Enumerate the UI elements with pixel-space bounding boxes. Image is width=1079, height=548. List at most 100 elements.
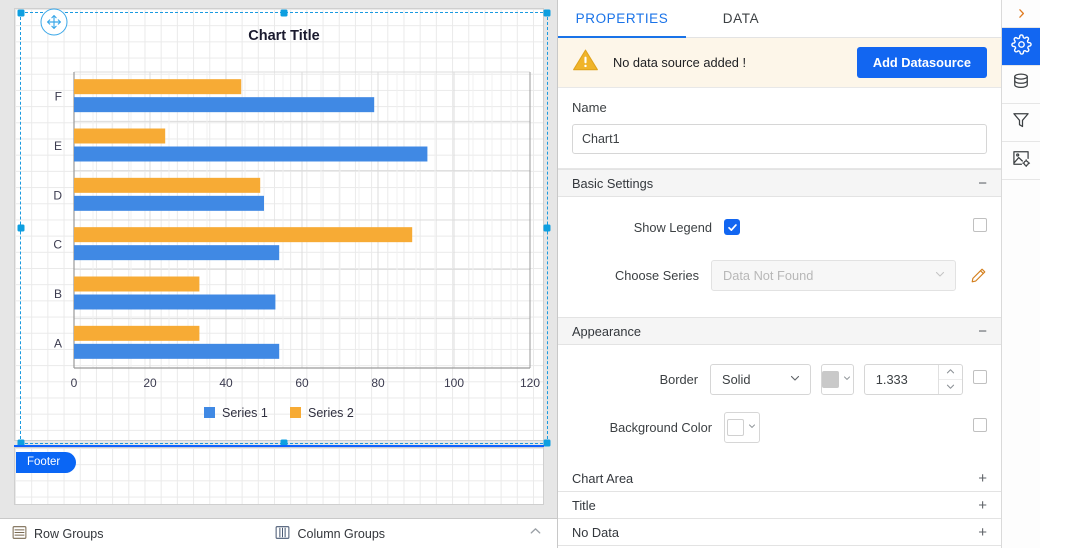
- background-color-label: Background Color: [609, 419, 712, 435]
- chart-svg: Chart Title A B C D E F 0 20 40 60 80 100 120 Series 1…: [53, 28, 540, 420]
- section-header-no-data[interactable]: No Data +: [558, 519, 1001, 546]
- chevron-down-small-icon: [842, 370, 852, 388]
- row-groups-item[interactable]: Row Groups: [12, 525, 103, 543]
- chart-bar-series2: [74, 276, 200, 292]
- add-datasource-button[interactable]: Add Datasource: [856, 47, 987, 78]
- background-color-swatch: [727, 418, 744, 436]
- collapse-toggle-icon[interactable]: −: [978, 176, 987, 191]
- report-canvas[interactable]: Chart Title A B C D E F 0 20 40 60 80 100 120 Series 1…: [14, 8, 551, 513]
- chart-ytick-label: B: [54, 287, 62, 301]
- chart-xtick-label: 60: [295, 376, 309, 390]
- name-label: Name: [572, 100, 607, 115]
- chart-ytick-label: A: [54, 336, 62, 350]
- section-header-title[interactable]: Title +: [558, 492, 1001, 519]
- choose-series-select[interactable]: Data Not Found: [710, 259, 956, 291]
- legend-label: Series 1: [222, 406, 268, 420]
- chevron-down-icon: [933, 267, 947, 284]
- filter-icon: [1011, 110, 1031, 135]
- chart-xtick-label: 20: [143, 376, 157, 390]
- chart-ytick-label: E: [54, 139, 62, 153]
- datasource-warning-banner: No data source added ! Add Datasource: [558, 38, 1001, 88]
- column-groups-item[interactable]: Column Groups: [275, 525, 385, 543]
- show-legend-label: Show Legend: [633, 219, 712, 235]
- tab-properties[interactable]: PROPERTIES: [558, 0, 686, 38]
- chart-title: Chart Title: [248, 28, 319, 44]
- edit-series-pencil-icon[interactable]: [970, 267, 987, 284]
- rail-item-properties[interactable]: [1002, 28, 1040, 66]
- choose-series-label: Choose Series: [615, 267, 699, 283]
- panel-content: Name Basic Settings − Show Legend: [558, 88, 1001, 548]
- collapse-panel-button[interactable]: [1002, 0, 1040, 28]
- chart-bar-series2: [74, 325, 200, 341]
- border-color-picker[interactable]: [821, 363, 854, 395]
- rail-filler: [1002, 180, 1040, 548]
- appearance-title: Appearance: [572, 323, 642, 339]
- report-designer-app: Chart Title A B C D E F 0 20 40 60 80 100 120 Series 1…: [0, 0, 1079, 548]
- chart-xtick-label: 0: [71, 376, 78, 390]
- stepper-up-icon[interactable]: [939, 365, 962, 380]
- chart-xtick-label: 100: [444, 376, 464, 390]
- border-width-value[interactable]: 1.333: [865, 372, 938, 387]
- chart-widget[interactable]: Chart Title A B C D E F 0 20 40 60 80 100 120 Series 1…: [22, 14, 546, 442]
- chart-bar-series2: [74, 177, 261, 193]
- chart-bar-series1: [74, 97, 375, 113]
- stepper-arrows: [938, 364, 962, 394]
- panel-tabs: PROPERTIES DATA: [558, 0, 1001, 38]
- chart-name-input[interactable]: [572, 124, 987, 154]
- chart-xtick-label: 80: [371, 376, 385, 390]
- expand-toggle-icon-no-data[interactable]: +: [978, 525, 987, 540]
- chevron-down-icon: [788, 371, 802, 388]
- chart-xtick-label: 40: [219, 376, 233, 390]
- design-surface[interactable]: Chart Title A B C D E F 0 20 40 60 80 100 120 Series 1…: [0, 0, 558, 548]
- properties-panel: PROPERTIES DATA No data source added ! A…: [558, 0, 1040, 548]
- row-groups-label: Row Groups: [34, 526, 104, 541]
- chart-ytick-label: F: [55, 90, 62, 104]
- show-legend-expression-area: [963, 217, 987, 237]
- image-settings-icon: [1011, 148, 1031, 173]
- border-expression-area: [963, 369, 987, 389]
- rail-item-datasource[interactable]: [1002, 66, 1040, 104]
- background-expression-area: [963, 417, 987, 437]
- tab-data[interactable]: DATA: [686, 0, 796, 37]
- name-field-block: Name: [558, 88, 1001, 169]
- background-color-picker[interactable]: [724, 411, 760, 443]
- chart-bar-series1: [74, 294, 276, 310]
- rail-item-filter[interactable]: [1002, 104, 1040, 142]
- expand-toggle-icon-chart-area[interactable]: +: [978, 471, 987, 486]
- chart-bar-series2: [74, 128, 166, 144]
- rail-item-image-settings[interactable]: [1002, 142, 1040, 180]
- basic-settings-body: Show Legend Choose Series Data Not Found: [558, 197, 1001, 317]
- border-expression-checkbox[interactable]: [973, 369, 987, 384]
- legend-swatch: [204, 407, 215, 418]
- gear-icon: [1010, 33, 1032, 60]
- section-header-appearance[interactable]: Appearance −: [558, 317, 1001, 345]
- title-label: Title: [572, 497, 596, 513]
- section-header-chart-area[interactable]: Chart Area +: [558, 465, 1001, 492]
- section-header-basic-settings[interactable]: Basic Settings −: [558, 169, 1001, 197]
- border-width-stepper[interactable]: 1.333: [863, 363, 963, 395]
- chevron-up-icon[interactable]: [528, 524, 543, 544]
- show-legend-checkbox[interactable]: [724, 219, 740, 235]
- chart-bar-series2: [74, 79, 242, 95]
- column-groups-icon: [275, 525, 290, 543]
- legend-label: Series 2: [308, 406, 354, 420]
- expand-toggle-icon-title[interactable]: +: [978, 498, 987, 513]
- footer-band-tab[interactable]: Footer: [16, 452, 77, 473]
- chart-bar-series1: [74, 195, 264, 211]
- report-footer-band[interactable]: [14, 447, 544, 505]
- chart-bar-series1: [74, 343, 280, 359]
- border-style-select[interactable]: Solid: [710, 363, 812, 395]
- collapse-toggle-icon-appearance[interactable]: −: [978, 324, 987, 339]
- chart-bar-series1: [74, 245, 280, 261]
- background-color-row: Background Color: [572, 403, 987, 451]
- show-legend-expression-checkbox[interactable]: [973, 217, 987, 232]
- datasource-warning-text: No data source added !: [613, 55, 747, 70]
- border-style-value: Solid: [722, 371, 751, 387]
- stepper-down-icon[interactable]: [939, 380, 962, 394]
- move-handle-icon[interactable]: [40, 8, 68, 36]
- no-data-label: No Data: [572, 524, 619, 540]
- chevron-down-small-icon: [747, 418, 757, 436]
- choose-series-value: Data Not Found: [722, 267, 814, 283]
- chart-bar-series1: [74, 146, 428, 162]
- background-expression-checkbox[interactable]: [973, 417, 987, 432]
